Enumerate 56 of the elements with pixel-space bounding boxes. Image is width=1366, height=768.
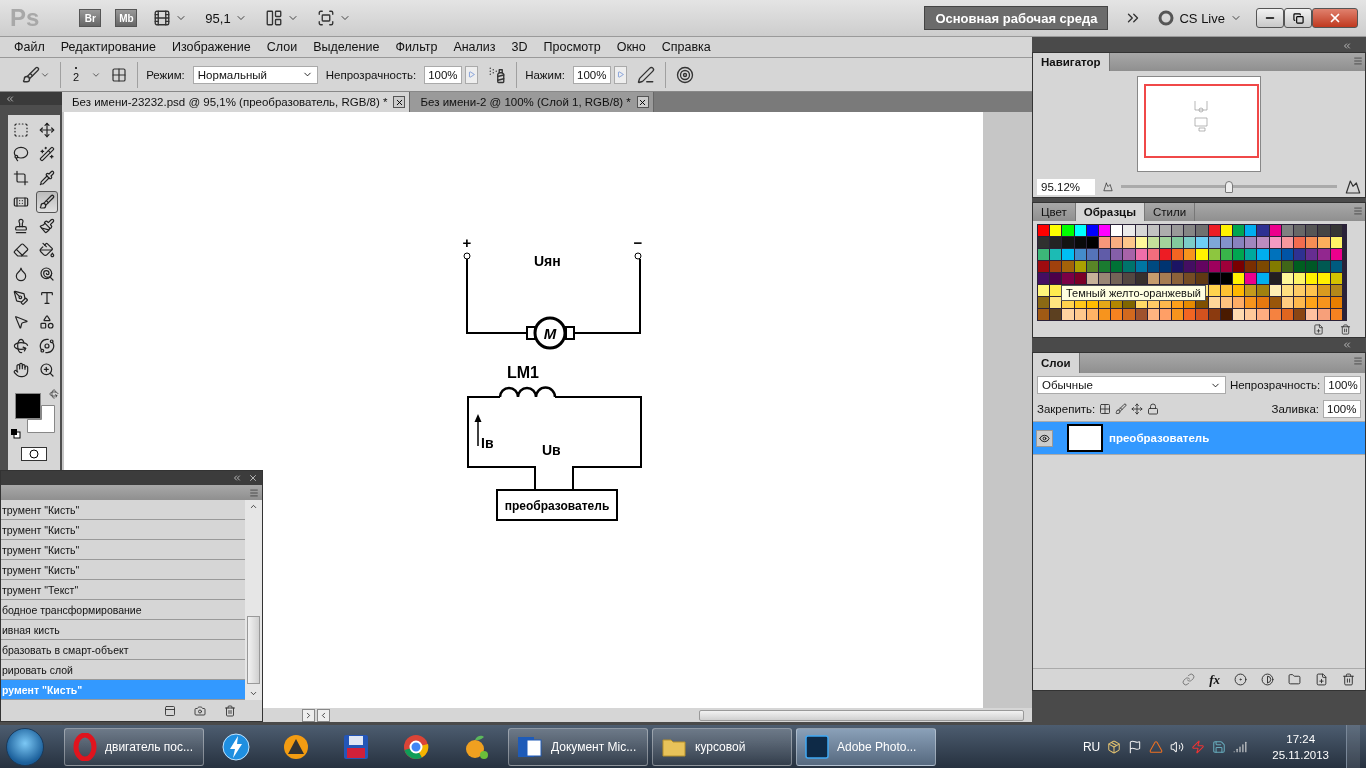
layer-name: преобразователь — [1109, 432, 1210, 444]
plus-label: + — [462, 234, 472, 251]
tab-title: Без имени-2 @ 100% (Слой 1, RGB/8) * — [420, 96, 631, 108]
taskbar-button[interactable]: двигатель пос... — [64, 727, 204, 766]
clock[interactable]: 17:24 25.11.2013 — [1262, 730, 1339, 763]
winding-label: LM1 — [507, 364, 539, 381]
motor-label: M — [543, 325, 557, 342]
mode-dropdown[interactable]: Нормальный — [192, 65, 318, 84]
language-indicator[interactable]: RU — [1082, 739, 1101, 754]
taskbar-button[interactable]: Документ Mic... — [508, 727, 648, 766]
panel-tab[interactable]: Образцы — [1075, 203, 1145, 221]
fill-field[interactable]: 100% — [1323, 400, 1361, 418]
document-tab[interactable]: Без имени-2 @ 100% (Слой 1, RGB/8) * — [410, 92, 654, 112]
opacity-label: Непрозрачность: — [1229, 379, 1321, 391]
menu-item[interactable]: Выделение — [313, 40, 380, 54]
opacity-field[interactable]: 100% — [1324, 376, 1361, 394]
mode-label: Режим: — [146, 68, 185, 81]
zoom-field[interactable]: 95.12% — [1037, 179, 1095, 195]
pressure-field[interactable]: 100% — [573, 65, 612, 84]
menu-item[interactable]: Справка — [661, 40, 711, 54]
menu-item[interactable]: Файл — [14, 40, 45, 54]
menu-item[interactable]: Окно — [616, 40, 646, 54]
menu-item[interactable]: Слои — [266, 40, 298, 54]
voltage-label: Uян — [534, 253, 561, 269]
cs-live-menu[interactable]: CS Live — [1158, 10, 1242, 26]
opacity-label: Непрозрачность: — [325, 68, 417, 81]
menu-item[interactable]: Фильтр — [395, 40, 438, 54]
taskbar-button[interactable]: курсовой — [652, 727, 792, 766]
effects-button[interactable]: fx — [1209, 671, 1220, 688]
blend-mode-dropdown[interactable]: Обычные — [1037, 376, 1226, 394]
minus-label: − — [633, 234, 643, 251]
converter-label: преобразователь — [504, 499, 610, 513]
launch-button[interactable]: Br — [79, 9, 102, 27]
tooltip: Темный желто-оранжевый — [1061, 285, 1206, 301]
current-label: Iв — [481, 435, 494, 451]
panel-tab[interactable]: Стили — [1145, 203, 1196, 221]
panel-tab[interactable]: Слои — [1033, 353, 1080, 373]
opacity-field[interactable]: 100% — [424, 65, 463, 84]
pressure-label: Нажим: — [525, 68, 566, 81]
launch-button[interactable]: Mb — [115, 9, 138, 27]
workspace-button[interactable]: Основная рабочая среда — [924, 6, 1109, 30]
voltage-label: Uв — [542, 442, 561, 458]
menu-item[interactable]: Просмотр — [543, 40, 601, 54]
brush-size-picker[interactable]: 2 — [69, 67, 84, 82]
panel-tab[interactable]: Навигатор — [1033, 53, 1110, 71]
taskbar-button[interactable]: Adobe Photo... — [796, 727, 936, 766]
zoom-dropdown[interactable]: 95,1 — [203, 8, 249, 28]
lock-label: Закрепить: — [1037, 403, 1096, 415]
panel-tab[interactable]: Цвет — [1033, 203, 1076, 221]
tab-title: Без имени-23232.psd @ 95,1% (преобразователь, RGB/8) * — [72, 96, 388, 108]
document-tab[interactable]: Без имени-23232.psd @ 95,1% (преобразователь, RGB/8) * — [62, 92, 411, 112]
menu-item[interactable]: 3D — [511, 40, 528, 54]
menu-item[interactable]: Редактирование — [60, 40, 156, 54]
menu-item[interactable]: Изображение — [171, 40, 251, 54]
menu-item[interactable]: Анализ — [453, 40, 496, 54]
fill-label: Заливка: — [1271, 403, 1319, 415]
